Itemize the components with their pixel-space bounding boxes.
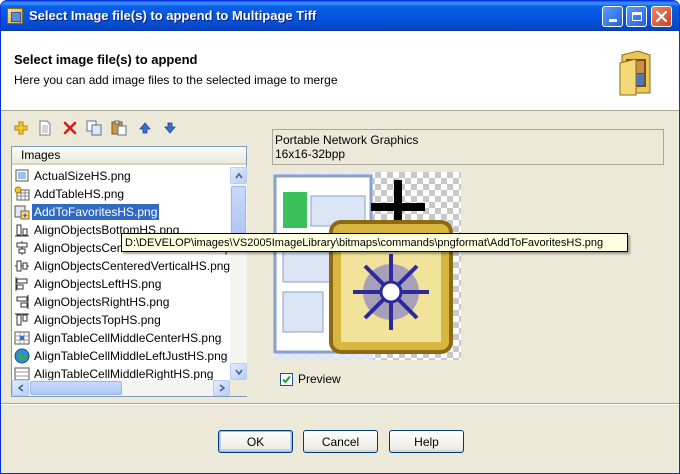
new-button[interactable]: [36, 119, 54, 137]
header-panel: Select image file(s) to append Here you …: [1, 31, 679, 111]
close-button[interactable]: [651, 6, 672, 27]
image-list[interactable]: Images ActualSizeHS.png AddTableHS.png A…: [11, 146, 247, 397]
chevron-up-icon: [234, 172, 243, 178]
table-cell-right-icon: [14, 367, 30, 380]
maximize-button[interactable]: [626, 6, 647, 27]
list-item[interactable]: AlignObjectsRightHS.png: [14, 293, 230, 311]
paste-icon: [111, 120, 127, 136]
delete-button[interactable]: [61, 119, 79, 137]
align-right-icon: [16, 295, 29, 309]
scroll-up-button[interactable]: [230, 167, 247, 184]
scroll-down-button[interactable]: [230, 363, 247, 380]
align-center-horizontal-icon: [16, 241, 28, 255]
list-item[interactable]: AlignObjectsLeftHS.png: [14, 275, 230, 293]
chevron-right-icon: [219, 384, 225, 392]
list-item-selected[interactable]: AddToFavoritesHS.png: [14, 203, 230, 221]
ok-button[interactable]: OK: [218, 430, 293, 453]
button-separator: [1, 403, 679, 405]
align-bottom-icon: [15, 224, 29, 237]
delete-x-icon: [63, 121, 77, 135]
move-down-button[interactable]: [161, 119, 179, 137]
list-vertical-scrollbar[interactable]: [230, 167, 247, 380]
add-to-favorites-preview-icon: [273, 172, 453, 360]
column-header-images[interactable]: Images: [12, 147, 246, 165]
minimize-button[interactable]: [602, 6, 623, 27]
image-format: Portable Network Graphics: [275, 133, 419, 147]
cancel-button[interactable]: Cancel: [303, 430, 378, 453]
dialog-window: Select Image file(s) to append to Multip…: [0, 0, 680, 474]
scroll-right-button[interactable]: [213, 380, 230, 396]
header-title: Select image file(s) to append: [14, 52, 198, 67]
globe-icon: [14, 348, 30, 364]
minimize-icon: [608, 19, 617, 22]
list-item[interactable]: ActualSizeHS.png: [14, 167, 230, 185]
align-center-vertical-icon: [15, 260, 29, 272]
scroll-left-button[interactable]: [12, 380, 29, 396]
help-button[interactable]: Help: [389, 430, 464, 453]
image-dimensions: 16x16-32bpp: [275, 147, 346, 161]
list-item[interactable]: AlignTableCellMiddleCenterHS.png: [14, 329, 230, 347]
actual-size-icon: [15, 169, 29, 182]
add-to-favorites-icon: [14, 205, 30, 220]
scrollbar-corner: [230, 380, 247, 396]
list-item[interactable]: AlignTableCellMiddleLeftJustHS.png: [14, 347, 230, 365]
list-item[interactable]: AlignObjectsCenteredVerticalHS.png: [14, 257, 230, 275]
new-document-icon: [39, 120, 51, 136]
align-top-icon: [15, 313, 29, 326]
close-icon: [656, 11, 667, 22]
vertical-scroll-thumb[interactable]: [231, 186, 246, 236]
arrow-down-icon: [164, 122, 176, 134]
app-icon: [7, 8, 23, 24]
folder-images-icon: [619, 50, 651, 96]
chevron-left-icon: [17, 384, 23, 392]
add-table-icon: [14, 186, 30, 201]
paste-button[interactable]: [110, 119, 128, 137]
list-horizontal-scrollbar[interactable]: [12, 380, 230, 396]
image-info-panel: Portable Network Graphics 16x16-32bpp: [272, 129, 664, 165]
checkmark-icon: [282, 375, 291, 383]
copy-button[interactable]: [85, 119, 103, 137]
chevron-down-icon: [234, 369, 243, 375]
list-item[interactable]: AddTableHS.png: [14, 185, 230, 203]
maximize-icon: [631, 12, 642, 21]
add-button[interactable]: [12, 119, 30, 137]
image-list-rows: ActualSizeHS.png AddTableHS.png AddToFav…: [12, 167, 230, 380]
align-left-icon: [15, 277, 28, 291]
preview-label: Preview: [298, 372, 341, 386]
list-item[interactable]: AlignObjectsTopHS.png: [14, 311, 230, 329]
move-up-button[interactable]: [136, 119, 154, 137]
plus-icon: [14, 121, 28, 135]
arrow-up-icon: [139, 122, 151, 134]
file-path-tooltip: D:\DEVELOP\images\VS2005ImageLibrary\bit…: [121, 233, 628, 252]
preview-toggle[interactable]: Preview: [280, 372, 341, 386]
window-title: Select Image file(s) to append to Multip…: [29, 8, 317, 23]
title-bar[interactable]: Select Image file(s) to append to Multip…: [1, 1, 679, 31]
list-item[interactable]: AlignTableCellMiddleRightHS.png: [14, 365, 230, 380]
horizontal-scroll-thumb[interactable]: [30, 381, 122, 395]
preview-checkbox[interactable]: [280, 372, 293, 386]
copy-icon: [86, 120, 102, 136]
header-subtitle: Here you can add image files to the sele…: [14, 73, 338, 87]
table-cell-center-icon: [14, 331, 30, 345]
image-preview: [273, 172, 461, 360]
